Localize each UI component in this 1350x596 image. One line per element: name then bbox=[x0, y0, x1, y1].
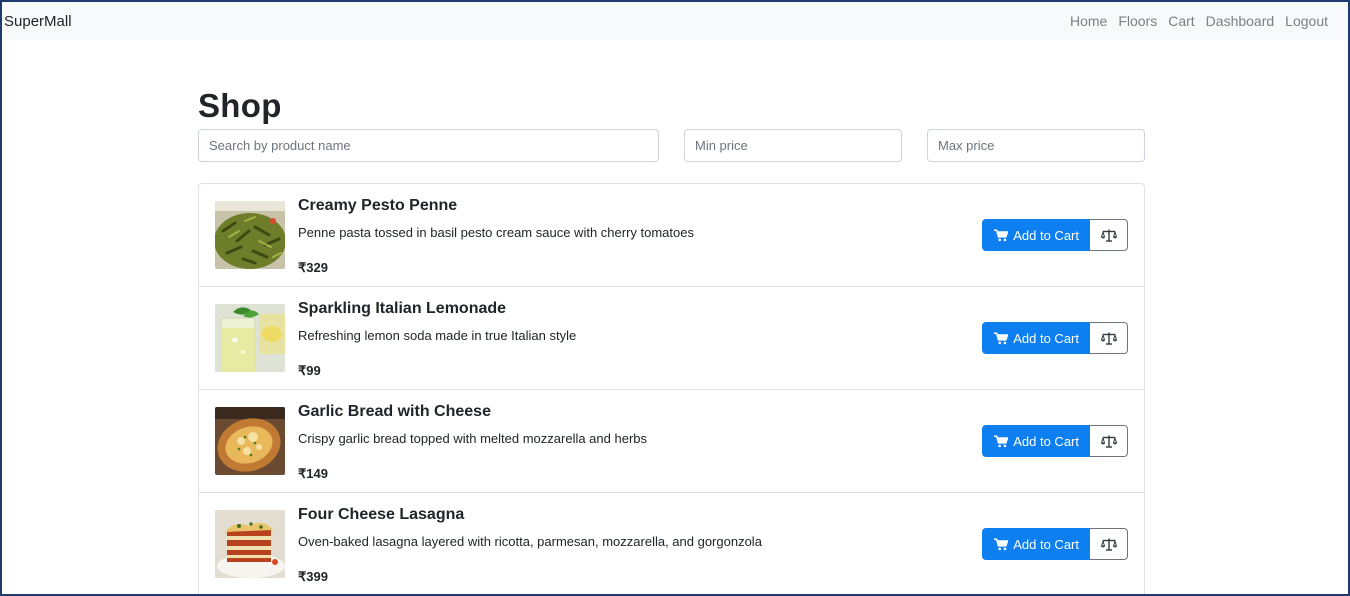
compare-button[interactable] bbox=[1090, 425, 1128, 457]
add-to-cart-button[interactable]: Add to Cart bbox=[982, 425, 1090, 457]
product-item: Four Cheese Lasagna Oven-baked lasagna l… bbox=[199, 493, 1144, 594]
nav-link-cart[interactable]: Cart bbox=[1168, 13, 1194, 29]
cart-icon bbox=[994, 434, 1009, 447]
lemonade-image bbox=[215, 304, 285, 372]
compare-button[interactable] bbox=[1090, 219, 1128, 251]
product-actions: Add to Cart bbox=[982, 425, 1128, 457]
min-price-input[interactable] bbox=[684, 129, 902, 162]
shop-container: Shop Search by product name Min price Ma… bbox=[198, 86, 1145, 594]
product-description: Oven-baked lasagna layered with ricotta,… bbox=[298, 534, 762, 549]
product-name[interactable]: Sparkling Italian Lemonade bbox=[298, 300, 506, 318]
balance-scale-icon bbox=[1100, 332, 1117, 345]
nav-link-floors[interactable]: Floors bbox=[1118, 13, 1157, 29]
app-window: SuperMall Home Floors Cart Dashboard Log… bbox=[0, 0, 1350, 596]
product-item: Garlic Bread with Cheese Crispy garlic b… bbox=[199, 390, 1144, 493]
add-to-cart-button[interactable]: Add to Cart bbox=[982, 219, 1090, 251]
product-description: Crispy garlic bread topped with melted m… bbox=[298, 431, 648, 446]
page-title: Shop bbox=[198, 87, 282, 124]
nav-link-logout[interactable]: Logout bbox=[1285, 13, 1328, 29]
product-name[interactable]: Creamy Pesto Penne bbox=[298, 197, 457, 215]
product-name[interactable]: Four Cheese Lasagna bbox=[298, 506, 464, 524]
lasagna-image bbox=[215, 510, 285, 578]
nav-link-home[interactable]: Home bbox=[1070, 13, 1107, 29]
compare-button[interactable] bbox=[1090, 528, 1128, 560]
product-actions: Add to Cart bbox=[982, 322, 1128, 354]
filter-bar bbox=[198, 129, 1145, 163]
nav-links: Home Floors Cart Dashboard Logout bbox=[1070, 13, 1328, 29]
product-actions: Add to Cart bbox=[982, 219, 1128, 251]
add-to-cart-label: Add to Cart bbox=[1013, 227, 1079, 243]
add-to-cart-button[interactable]: Add to Cart bbox=[982, 528, 1090, 560]
search-input[interactable] bbox=[198, 129, 659, 162]
pesto-penne-image bbox=[215, 201, 285, 269]
cart-icon bbox=[994, 537, 1009, 550]
product-item: Creamy Pesto Penne Penne pasta tossed in… bbox=[199, 184, 1144, 287]
product-price: ₹99 bbox=[298, 363, 321, 378]
product-list: Creamy Pesto Penne Penne pasta tossed in… bbox=[198, 183, 1145, 594]
product-price: ₹149 bbox=[298, 466, 328, 481]
balance-scale-icon bbox=[1100, 229, 1117, 242]
product-price: ₹399 bbox=[298, 569, 328, 584]
cart-icon bbox=[994, 228, 1009, 241]
garlic-bread-image bbox=[215, 407, 285, 475]
max-price-input[interactable] bbox=[927, 129, 1145, 162]
add-to-cart-label: Add to Cart bbox=[1013, 330, 1079, 346]
add-to-cart-label: Add to Cart bbox=[1013, 536, 1079, 552]
product-name[interactable]: Garlic Bread with Cheese bbox=[298, 403, 491, 421]
add-to-cart-label: Add to Cart bbox=[1013, 433, 1079, 449]
nav-link-dashboard[interactable]: Dashboard bbox=[1206, 13, 1275, 29]
balance-scale-icon bbox=[1100, 435, 1117, 448]
product-item: Sparkling Italian Lemonade Refreshing le… bbox=[199, 287, 1144, 390]
compare-button[interactable] bbox=[1090, 322, 1128, 354]
top-navbar: SuperMall Home Floors Cart Dashboard Log… bbox=[2, 2, 1348, 40]
product-price: ₹329 bbox=[298, 260, 328, 275]
add-to-cart-button[interactable]: Add to Cart bbox=[982, 322, 1090, 354]
brand-logo[interactable]: SuperMall bbox=[4, 13, 72, 30]
balance-scale-icon bbox=[1100, 538, 1117, 551]
product-actions: Add to Cart bbox=[982, 528, 1128, 560]
product-description: Penne pasta tossed in basil pesto cream … bbox=[298, 225, 694, 240]
cart-icon bbox=[994, 331, 1009, 344]
product-description: Refreshing lemon soda made in true Itali… bbox=[298, 328, 577, 343]
